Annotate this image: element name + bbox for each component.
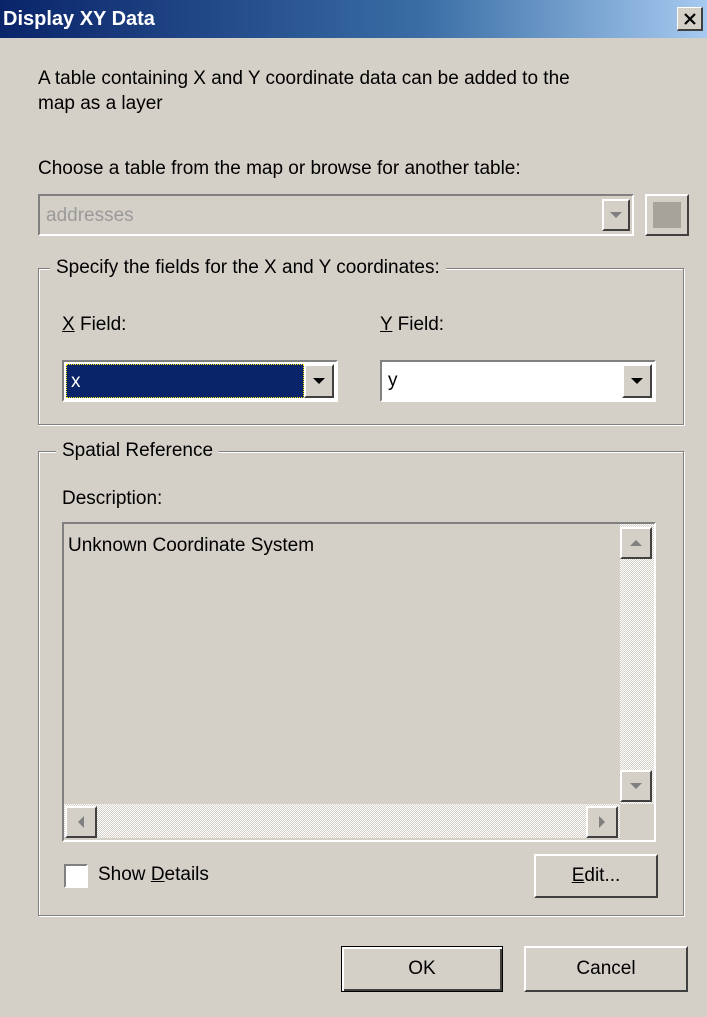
cancel-button[interactable]: Cancel (524, 946, 688, 992)
x-field-select[interactable]: x (62, 360, 338, 402)
scroll-up-button[interactable] (620, 527, 652, 559)
chevron-down-icon (630, 783, 642, 789)
browse-icon (653, 202, 681, 228)
table-select[interactable]: addresses (38, 194, 634, 236)
y-field-select[interactable]: y (380, 360, 656, 402)
browse-button[interactable] (645, 194, 689, 236)
x-field-label: X Field: (62, 314, 127, 335)
scrollbar-corner (620, 804, 654, 838)
table-chooser-label: Choose a table from the map or browse fo… (38, 158, 521, 179)
vertical-scrollbar-track[interactable] (620, 524, 654, 804)
description-label: Description: (62, 488, 163, 509)
window-title: Display XY Data (3, 8, 155, 30)
chevron-left-icon (78, 816, 84, 828)
y-field-label: Y Field: (380, 314, 445, 335)
chevron-down-icon (313, 378, 325, 384)
table-select-dropdown-button[interactable] (602, 199, 630, 231)
ok-button-label: OK (408, 958, 436, 979)
close-button[interactable] (677, 7, 703, 31)
y-field-value: y (388, 370, 398, 391)
display-xy-data-dialog: Display XY Data A table containing X and… (0, 0, 707, 1017)
x-field-value: x (71, 371, 81, 392)
show-details-checkbox[interactable] (64, 864, 88, 888)
chevron-down-icon (631, 378, 643, 384)
scroll-right-button[interactable] (586, 806, 618, 838)
close-icon (683, 12, 696, 25)
edit-button-label: Edit... (571, 865, 621, 886)
cancel-button-label: Cancel (576, 958, 636, 979)
title-bar[interactable]: Display XY Data (0, 0, 707, 38)
scroll-left-button[interactable] (65, 806, 97, 838)
show-details-label[interactable]: Show Details (98, 864, 209, 886)
table-select-value: addresses (46, 205, 134, 226)
x-field-selection-highlight: x (66, 364, 304, 398)
x-field-dropdown-button[interactable] (304, 364, 334, 398)
description-text: Unknown Coordinate System (68, 535, 315, 556)
chevron-down-icon (610, 212, 622, 218)
intro-text-line2: map as a layer (38, 93, 163, 114)
fields-group-title: Specify the fields for the X and Y coord… (50, 257, 446, 279)
scroll-down-button[interactable] (620, 770, 652, 802)
chevron-right-icon (599, 816, 605, 828)
intro-text-line1: A table containing X and Y coordinate da… (38, 68, 570, 89)
horizontal-scrollbar-track[interactable] (64, 804, 620, 838)
edit-button[interactable]: Edit... (534, 854, 658, 898)
chevron-up-icon (630, 540, 642, 546)
y-field-dropdown-button[interactable] (622, 364, 652, 398)
description-textarea[interactable]: Unknown Coordinate System (62, 522, 656, 842)
ok-button[interactable]: OK (341, 946, 503, 992)
spatial-reference-title: Spatial Reference (56, 440, 220, 462)
